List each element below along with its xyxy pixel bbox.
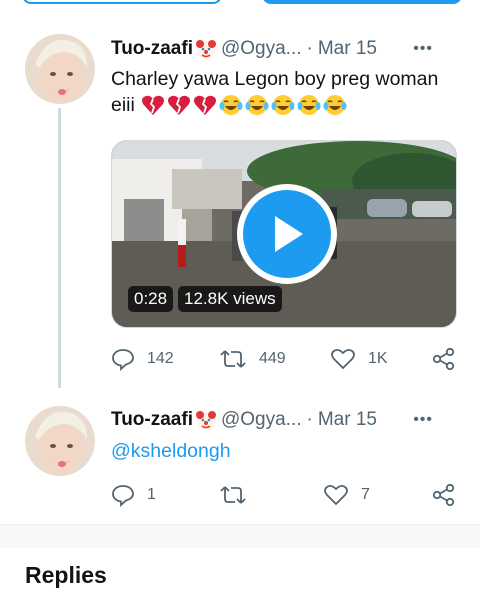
separator: · bbox=[306, 409, 313, 430]
joy-emoji-icon bbox=[323, 94, 347, 116]
separator: · bbox=[306, 38, 313, 59]
reply-button[interactable]: 142 bbox=[111, 346, 174, 372]
play-button[interactable] bbox=[237, 184, 337, 284]
handle[interactable]: @Ogya... bbox=[221, 409, 302, 431]
video-views: 12.8K views bbox=[178, 286, 282, 312]
video-player[interactable]: 0:28 12.8K views bbox=[111, 140, 457, 328]
share-button[interactable] bbox=[431, 482, 457, 508]
clown-emoji-icon bbox=[195, 409, 217, 431]
tweet-text-line2: eiii bbox=[111, 94, 135, 116]
handle[interactable]: @Ogya... bbox=[221, 38, 302, 60]
broken-heart-emoji-icon bbox=[141, 94, 165, 116]
retweet-icon bbox=[220, 486, 246, 504]
retweet-button[interactable] bbox=[219, 482, 259, 508]
reply-icon bbox=[112, 349, 134, 371]
tweet-text: @ksheldongh bbox=[111, 438, 461, 464]
clown-emoji-icon bbox=[195, 38, 217, 60]
joy-emoji-icon bbox=[245, 94, 269, 116]
tweet-text: Charley yawa Legon boy preg woman eiii bbox=[111, 66, 461, 118]
like-count: 7 bbox=[361, 486, 370, 503]
more-icon[interactable]: ••• bbox=[413, 40, 433, 58]
tweet-actions: 1 7 bbox=[111, 482, 457, 508]
broken-heart-emoji-icon bbox=[167, 94, 191, 116]
joy-emoji-icon bbox=[297, 94, 321, 116]
video-duration: 0:28 bbox=[128, 286, 174, 312]
tweet-header: Tuo-zaafi @Ogya... · Mar 15 ••• bbox=[111, 408, 457, 432]
tweet-actions: 142 449 1K bbox=[111, 346, 457, 372]
joy-emoji-icon bbox=[271, 94, 295, 116]
reply-count: 142 bbox=[147, 350, 174, 367]
section-divider bbox=[0, 524, 480, 548]
display-name[interactable]: Tuo-zaafi bbox=[111, 409, 193, 431]
heart-icon bbox=[324, 484, 348, 506]
retweet-icon bbox=[220, 350, 246, 368]
avatar[interactable] bbox=[25, 406, 95, 476]
play-icon bbox=[275, 216, 303, 252]
like-count: 1K bbox=[368, 350, 388, 367]
reply-count: 1 bbox=[147, 486, 156, 503]
joy-emoji-icon bbox=[219, 94, 243, 116]
share-icon bbox=[432, 347, 455, 371]
replies-heading: Replies bbox=[25, 562, 107, 588]
timestamp[interactable]: Mar 15 bbox=[318, 409, 377, 431]
emoji-row bbox=[141, 94, 347, 116]
tweet-text-line1: Charley yawa Legon boy preg woman bbox=[111, 68, 439, 90]
avatar[interactable] bbox=[25, 34, 95, 104]
retweet-count: 449 bbox=[259, 350, 286, 367]
timestamp[interactable]: Mar 15 bbox=[318, 38, 377, 60]
more-icon[interactable]: ••• bbox=[413, 411, 433, 429]
reply-icon bbox=[112, 485, 134, 507]
tweet-reply[interactable]: Tuo-zaafi @Ogya... · Mar 15 ••• @ksheldo… bbox=[0, 400, 480, 524]
tweet-main[interactable]: Tuo-zaafi @Ogya... · Mar 15 ••• Charley … bbox=[0, 0, 480, 400]
tweet-header: Tuo-zaafi @Ogya... · Mar 15 ••• bbox=[111, 37, 457, 61]
retweet-button[interactable]: 449 bbox=[219, 346, 286, 372]
share-button[interactable] bbox=[431, 346, 457, 372]
heart-icon bbox=[331, 348, 355, 370]
mention-link[interactable]: @ksheldongh bbox=[111, 440, 231, 462]
broken-heart-emoji-icon bbox=[193, 94, 217, 116]
reply-button[interactable]: 1 bbox=[111, 482, 156, 508]
thread-line bbox=[58, 108, 61, 388]
like-button[interactable]: 7 bbox=[323, 482, 370, 508]
display-name[interactable]: Tuo-zaafi bbox=[111, 38, 193, 60]
like-button[interactable]: 1K bbox=[330, 346, 388, 372]
share-icon bbox=[432, 483, 455, 507]
